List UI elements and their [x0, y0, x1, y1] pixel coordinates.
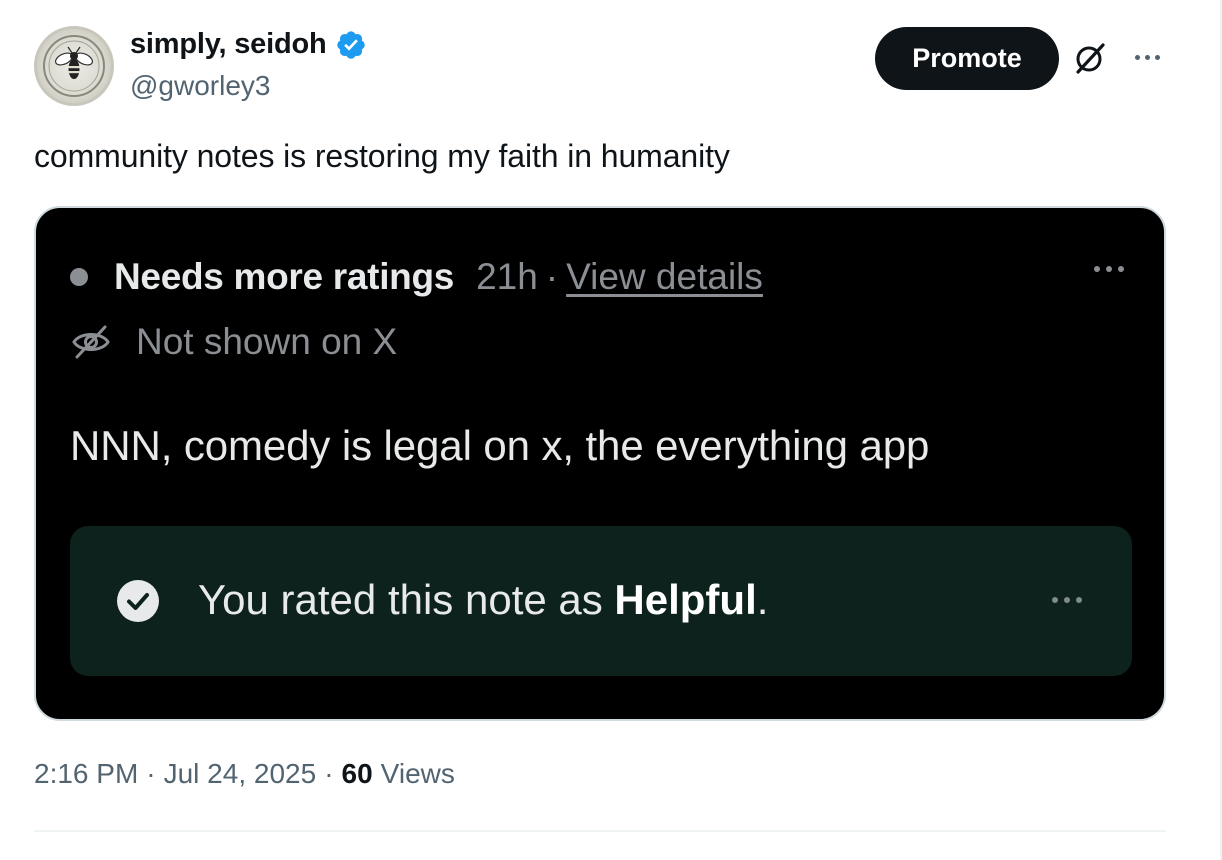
- rating-text: You rated this note as Helpful.: [198, 576, 768, 624]
- rating-suffix: .: [756, 576, 769, 623]
- meta-separator: ·: [324, 758, 334, 789]
- more-icon[interactable]: [1130, 42, 1164, 72]
- tweet-meta: 2:16 PM · Jul 24, 2025 · 60 Views: [34, 758, 455, 790]
- author-handle[interactable]: @gworley3: [130, 70, 270, 102]
- grok-icon[interactable]: [1072, 40, 1108, 76]
- note-more-icon[interactable]: [1094, 266, 1124, 272]
- not-shown-row: Not shown on X: [70, 321, 397, 363]
- visibility-label: Not shown on X: [136, 321, 398, 362]
- display-name[interactable]: simply, seidoh: [130, 28, 327, 61]
- verified-badge-icon: [336, 30, 365, 59]
- divider: [34, 830, 1166, 832]
- promote-button[interactable]: Promote: [875, 27, 1059, 90]
- bee-emblem-icon: [43, 35, 105, 97]
- rating-value: Helpful: [614, 576, 757, 623]
- rating-prefix: You rated this note as: [198, 576, 615, 623]
- eye-off-icon: [72, 325, 110, 359]
- note-body: NNN, comedy is legal on x, the everythin…: [70, 422, 930, 469]
- status-separator: ·: [545, 256, 559, 297]
- tweet-time[interactable]: 2:16 PM: [34, 758, 138, 790]
- status-dot-icon: [70, 268, 88, 286]
- rating-more-icon[interactable]: [1052, 597, 1082, 603]
- views-label[interactable]: Views: [381, 758, 455, 790]
- check-circle-icon: [117, 580, 159, 622]
- note-age: 21h: [476, 256, 538, 297]
- note-status-label: Needs more ratings: [114, 256, 455, 297]
- views-count[interactable]: 60: [342, 758, 373, 790]
- tweet-card: simply, seidoh @gworley3 Promote communi…: [0, 0, 1222, 860]
- rating-status-box: You rated this note as Helpful.: [70, 526, 1132, 676]
- community-note-card[interactable]: Needs more ratings 21h · View details No…: [34, 206, 1166, 721]
- tweet-text: community notes is restoring my faith in…: [34, 138, 730, 174]
- avatar[interactable]: [34, 26, 114, 106]
- note-status-row: Needs more ratings 21h · View details: [70, 256, 763, 298]
- meta-separator: ·: [146, 758, 156, 789]
- view-details-link[interactable]: View details: [566, 256, 763, 298]
- author-name-row[interactable]: simply, seidoh: [130, 28, 367, 61]
- tweet-date[interactable]: Jul 24, 2025: [164, 758, 317, 790]
